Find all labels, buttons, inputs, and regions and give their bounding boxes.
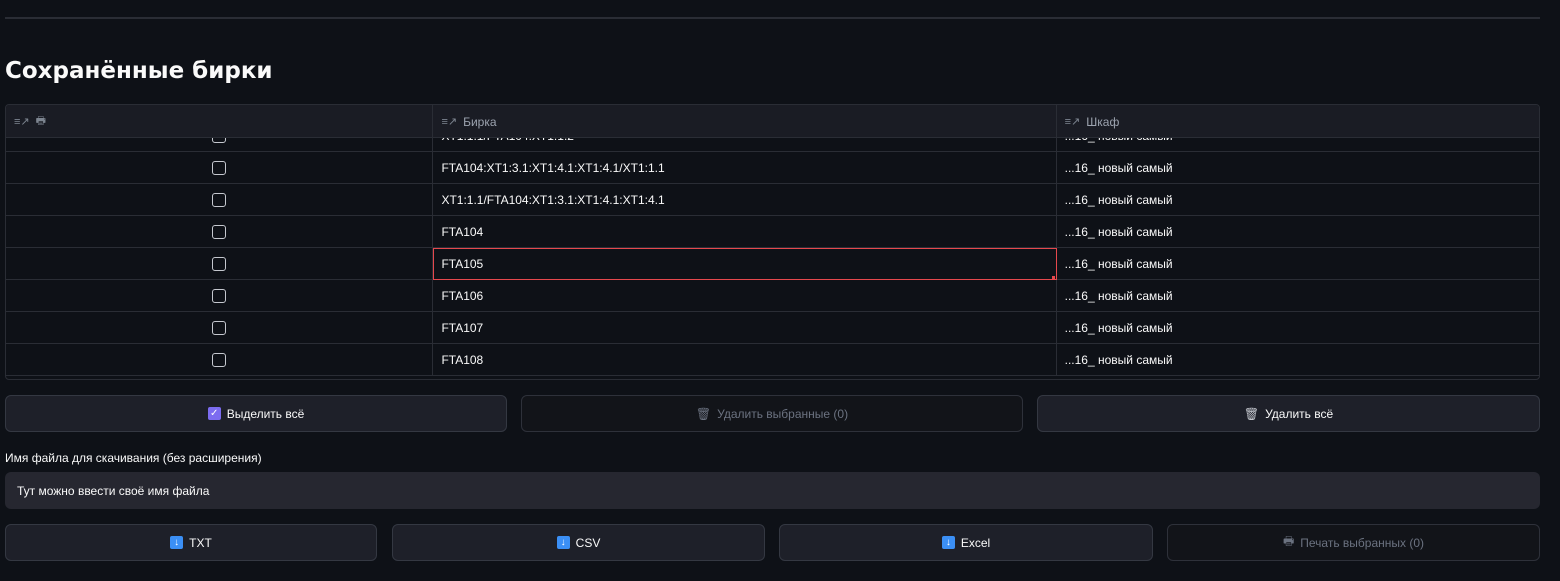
- tag-cell[interactable]: FTA104: [433, 216, 1057, 248]
- tag-cell[interactable]: XT1:1.1/FTA104:XT1:3.1:XT1:4.1:XT1:4.1: [433, 184, 1057, 216]
- download-txt-label: TXT: [189, 535, 212, 550]
- checkbox-checked-icon: ✓: [207, 407, 221, 420]
- table-row[interactable]: FTA106 ...16_ новый самый: [6, 280, 1539, 312]
- table-row[interactable]: FTA105 ...16_ новый самый: [6, 248, 1539, 280]
- table-row[interactable]: FTA107 ...16_ новый самый: [6, 312, 1539, 344]
- row-checkbox[interactable]: [212, 161, 227, 175]
- download-txt-button[interactable]: ↓ TXT: [5, 524, 377, 561]
- cabinet-cell[interactable]: ...16_ новый самый: [1057, 138, 1539, 152]
- row-checkbox[interactable]: [212, 225, 227, 239]
- row-checkbox[interactable]: [212, 257, 227, 271]
- download-csv-label: CSV: [575, 535, 601, 550]
- print-selected-button[interactable]: 🖶 Печать выбранных (0): [1167, 524, 1540, 561]
- column-header-label: Шкаф: [1086, 114, 1120, 129]
- column-header-cabinet[interactable]: ≡↗ Шкаф: [1057, 105, 1539, 138]
- tag-cell[interactable]: FTA106: [433, 280, 1057, 312]
- download-icon: ↓: [170, 536, 184, 549]
- filename-label: Имя файла для скачивания (без расширения…: [5, 451, 262, 465]
- delete-selected-label: Удалить выбранные (0): [717, 406, 849, 421]
- cabinet-cell[interactable]: ...16_ новый самый: [1057, 344, 1539, 376]
- filename-input[interactable]: [5, 472, 1540, 509]
- trash-icon: 🗑: [1243, 406, 1260, 421]
- download-icon: ↓: [556, 536, 570, 549]
- row-checkbox[interactable]: [212, 353, 227, 367]
- row-checkbox[interactable]: [212, 289, 227, 303]
- cabinet-cell[interactable]: ...16_ новый самый: [1057, 280, 1539, 312]
- cabinet-cell[interactable]: ...16_ новый самый: [1057, 312, 1539, 344]
- tag-cell-selected[interactable]: FTA105: [433, 248, 1057, 280]
- tags-table: ≡↗ 🖶 ≡↗ Бирка ≡↗ Шкаф XT1:1.1/FTA104:XT1…: [5, 104, 1540, 380]
- select-all-button[interactable]: ✓ Выделить всё: [5, 395, 507, 432]
- table-row[interactable]: XT1:1.1/FTA104:XT1:3.1:XT1:4.1:XT1:4.1 .…: [6, 184, 1539, 216]
- column-header-tag[interactable]: ≡↗ Бирка: [433, 105, 1057, 138]
- download-csv-button[interactable]: ↓ CSV: [392, 524, 765, 561]
- cabinet-cell[interactable]: ...16_ новый самый: [1057, 184, 1539, 216]
- cabinet-cell[interactable]: ...16_ новый самый: [1057, 152, 1539, 184]
- column-menu-icon[interactable]: ≡↗: [1065, 115, 1081, 128]
- column-menu-icon[interactable]: ≡↗: [14, 115, 30, 128]
- column-header-label: Бирка: [463, 114, 497, 129]
- column-menu-icon[interactable]: ≡↗: [441, 115, 457, 128]
- delete-all-button[interactable]: 🗑 Удалить всё: [1037, 395, 1540, 432]
- row-checkbox[interactable]: [212, 321, 227, 335]
- table-row[interactable]: FTA104 ...16_ новый самый: [6, 216, 1539, 248]
- download-icon: ↓: [941, 536, 955, 549]
- tag-cell[interactable]: FTA108: [433, 344, 1057, 376]
- tag-cell[interactable]: FTA107: [433, 312, 1057, 344]
- tag-cell[interactable]: FTA104:XT1:3.1:XT1:4.1:XT1:4.1/XT1:1.1: [433, 152, 1057, 184]
- select-all-label: Выделить всё: [226, 406, 305, 421]
- tag-cell[interactable]: XT1:1.1/FTA104:XT1:1.2: [433, 138, 1057, 152]
- table-row[interactable]: FTA108 ...16_ новый самый: [6, 344, 1539, 376]
- table-row[interactable]: XT1:1.1/FTA104:XT1:1.2 ...16_ новый самы…: [6, 138, 1539, 152]
- download-excel-button[interactable]: ↓ Excel: [779, 524, 1153, 561]
- table-body[interactable]: XT1:1.1/FTA104:XT1:1.2 ...16_ новый самы…: [6, 138, 1539, 379]
- delete-selected-button[interactable]: 🗑 Удалить выбранные (0): [521, 395, 1023, 432]
- trash-icon: 🗑: [695, 406, 712, 421]
- delete-all-label: Удалить всё: [1265, 406, 1334, 421]
- table-header: ≡↗ 🖶 ≡↗ Бирка ≡↗ Шкаф: [6, 105, 1539, 138]
- row-checkbox[interactable]: [212, 138, 227, 143]
- printer-icon: 🖶: [35, 115, 47, 127]
- section-divider: [5, 17, 1540, 19]
- table-row[interactable]: FTA104:XT1:3.1:XT1:4.1:XT1:4.1/XT1:1.1 .…: [6, 152, 1539, 184]
- column-header-select[interactable]: ≡↗ 🖶: [6, 105, 434, 138]
- row-checkbox[interactable]: [212, 193, 227, 207]
- cabinet-cell[interactable]: ...16_ новый самый: [1057, 248, 1539, 280]
- printer-icon: 🖶: [1282, 534, 1295, 548]
- print-selected-label: Печать выбранных (0): [1300, 535, 1425, 550]
- page-title: Сохранённые бирки: [5, 58, 273, 84]
- cabinet-cell[interactable]: ...16_ новый самый: [1057, 216, 1539, 248]
- download-excel-label: Excel: [960, 535, 991, 550]
